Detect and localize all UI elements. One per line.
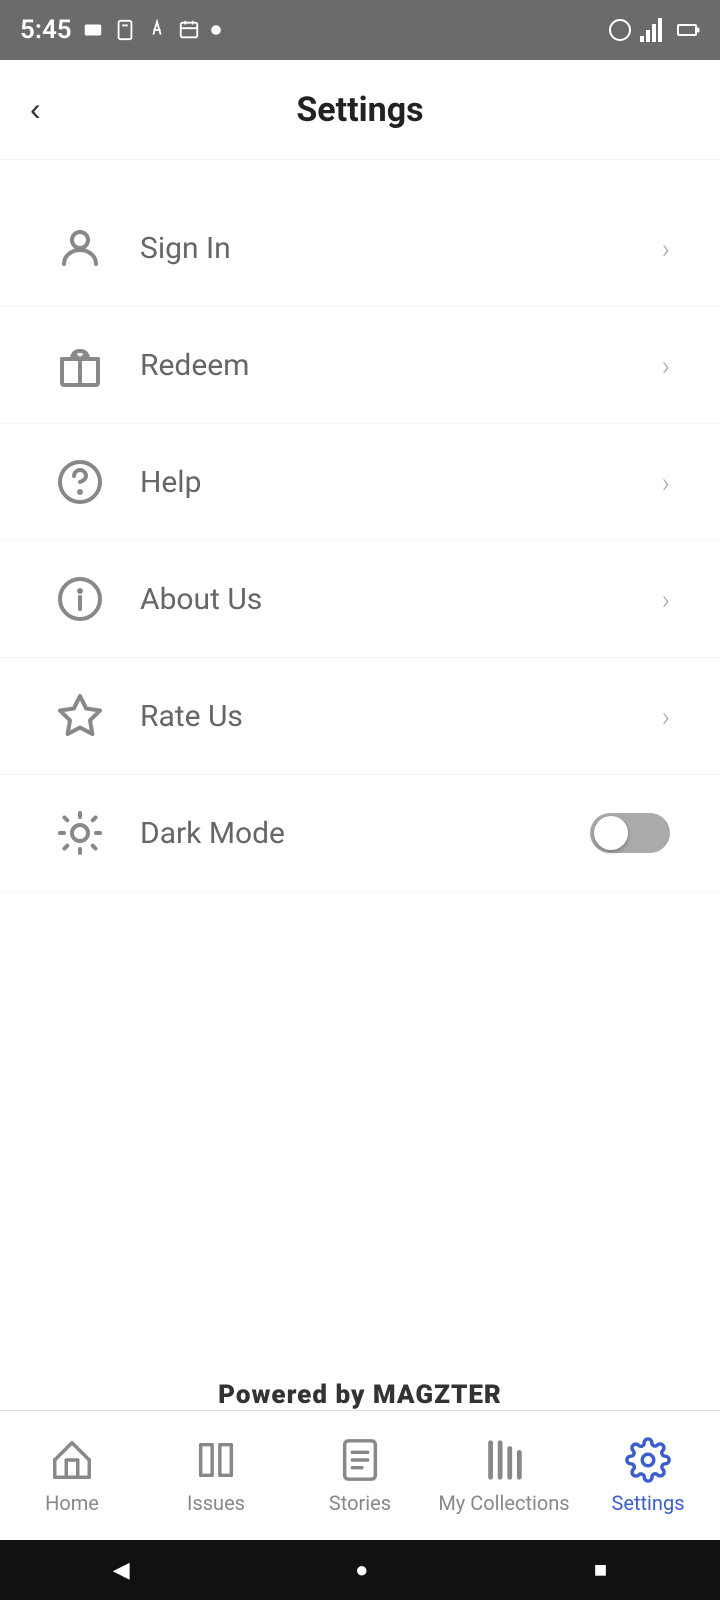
android-nav-bar: ◀ ● ■ <box>0 1540 720 1600</box>
nav-item-my-collections[interactable]: My Collections <box>432 1437 576 1515</box>
settings-item-dark-mode[interactable]: Dark Mode <box>0 775 720 892</box>
status-time: 5:45 <box>20 15 222 45</box>
settings-item-help[interactable]: Help › <box>0 424 720 541</box>
page-title: Settings <box>296 90 423 130</box>
android-back-button[interactable]: ◀ <box>113 1558 130 1583</box>
powered-by: Powered by MAGZTER <box>0 1380 720 1410</box>
my-collections-nav-label: My Collections <box>438 1491 569 1515</box>
settings-item-redeem[interactable]: Redeem › <box>0 307 720 424</box>
nav-item-stories[interactable]: Stories <box>288 1437 432 1515</box>
issues-nav-label: Issues <box>187 1491 245 1515</box>
chevron-right-icon: › <box>662 583 670 616</box>
my-collections-icon <box>481 1437 527 1483</box>
star-icon <box>50 686 110 746</box>
chevron-right-icon: › <box>662 466 670 499</box>
status-bar: 5:45 <box>0 0 720 60</box>
help-circle-icon <box>50 452 110 512</box>
settings-item-about-us[interactable]: About Us › <box>0 541 720 658</box>
rate-us-label: Rate Us <box>140 699 662 734</box>
stories-icon <box>337 1437 383 1483</box>
person-icon <box>50 218 110 278</box>
gift-icon <box>50 335 110 395</box>
nav-item-settings[interactable]: Settings <box>576 1437 720 1515</box>
settings-item-sign-in[interactable]: Sign In › <box>0 190 720 307</box>
android-home-button[interactable]: ● <box>355 1557 368 1583</box>
issues-icon <box>193 1437 239 1483</box>
bottom-nav: Home Issues Stories My Collections <box>0 1410 720 1540</box>
chevron-right-icon: › <box>662 232 670 265</box>
chevron-right-icon: › <box>662 349 670 382</box>
sun-icon <box>50 803 110 863</box>
settings-item-rate-us[interactable]: Rate Us › <box>0 658 720 775</box>
dark-mode-label: Dark Mode <box>140 816 590 851</box>
redeem-label: Redeem <box>140 348 662 383</box>
status-right-icons <box>608 18 700 42</box>
settings-list: Sign In › Redeem › Help › <box>0 160 720 922</box>
back-button[interactable]: ‹ <box>30 91 41 128</box>
home-icon <box>49 1437 95 1483</box>
sign-in-label: Sign In <box>140 231 662 266</box>
home-nav-label: Home <box>45 1491 99 1515</box>
nav-item-issues[interactable]: Issues <box>144 1437 288 1515</box>
about-us-label: About Us <box>140 582 662 617</box>
help-label: Help <box>140 465 662 500</box>
nav-item-home[interactable]: Home <box>0 1437 144 1515</box>
android-recents-button[interactable]: ■ <box>594 1557 607 1583</box>
stories-nav-label: Stories <box>329 1491 391 1515</box>
settings-icon <box>625 1437 671 1483</box>
chevron-right-icon: › <box>662 700 670 733</box>
brand-name: MAGZTER <box>373 1380 502 1410</box>
dark-mode-toggle[interactable] <box>590 813 670 853</box>
info-icon <box>50 569 110 629</box>
toggle-knob <box>594 816 628 850</box>
settings-nav-label: Settings <box>611 1491 684 1515</box>
header: ‹ Settings <box>0 60 720 160</box>
